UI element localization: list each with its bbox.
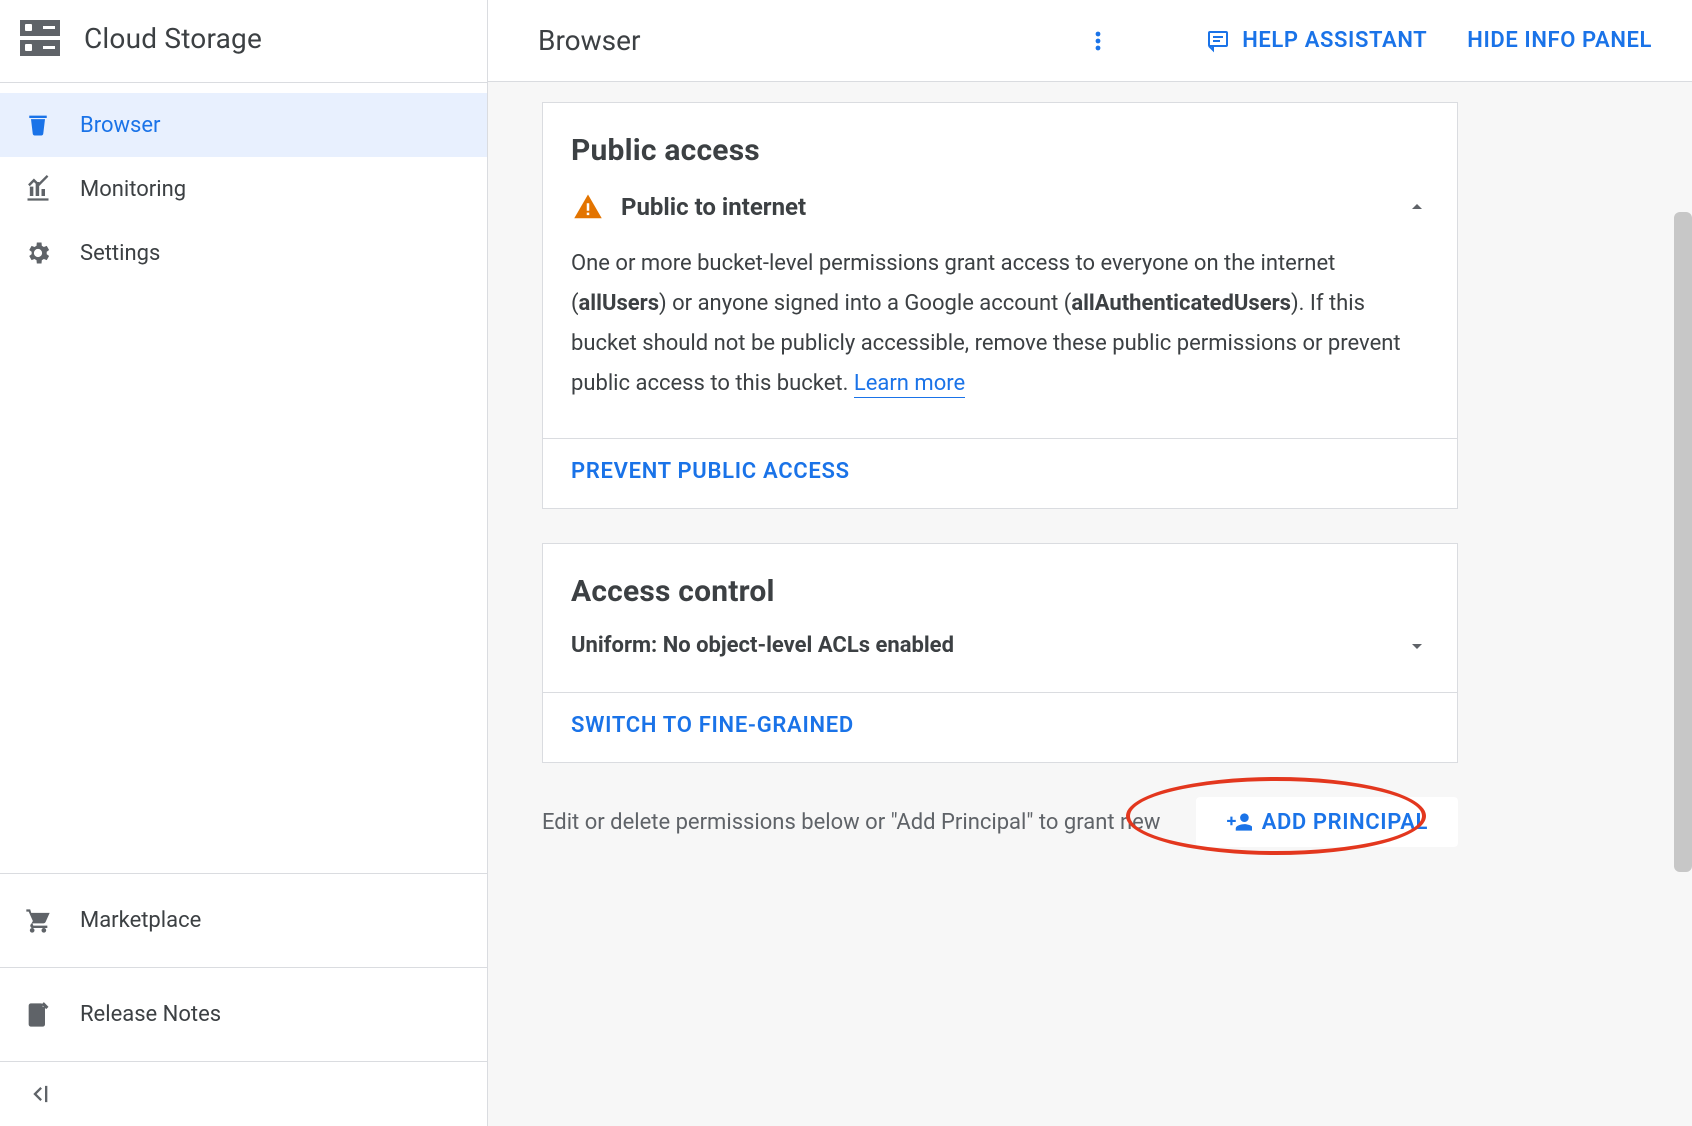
sidebar-nav: Browser Monitoring Settings <box>0 83 487 873</box>
switch-fine-grained-button[interactable]: SWITCH TO FINE-GRAINED <box>571 713 854 738</box>
public-access-card: Public access Public to internet One or … <box>542 102 1458 509</box>
sidebar-item-browser[interactable]: Browser <box>0 93 487 157</box>
hide-info-panel-button[interactable]: HIDE INFO PANEL <box>1467 28 1652 53</box>
marketplace-icon <box>24 907 52 935</box>
access-control-action-row: SWITCH TO FINE-GRAINED <box>543 692 1457 762</box>
access-control-title: Access control <box>571 574 1429 609</box>
main: Browser HELP ASSISTANT HIDE INFO PANEL <box>488 0 1692 1126</box>
public-access-status: Public to internet <box>621 193 806 221</box>
permissions-description: Edit or delete permissions below or "Add… <box>542 810 1196 835</box>
access-control-card: Access control Uniform: No object-level … <box>542 543 1458 763</box>
sidebar-item-release-notes[interactable]: Release Notes <box>0 968 487 1062</box>
scrollbar-thumb[interactable] <box>1674 212 1692 872</box>
sidebar: Cloud Storage Browser Monitoring Setting… <box>0 0 488 1126</box>
sidebar-item-marketplace[interactable]: Marketplace <box>0 874 487 968</box>
permissions-row: Edit or delete permissions below or "Add… <box>542 797 1458 847</box>
add-principal-icon <box>1226 809 1252 835</box>
bucket-icon <box>24 111 52 139</box>
cloud-storage-icon <box>20 20 60 56</box>
sidebar-item-label: Monitoring <box>80 177 186 202</box>
sidebar-item-label: Browser <box>80 113 161 138</box>
access-control-mode: Uniform: No object-level ACLs enabled <box>571 633 954 658</box>
sidebar-item-label: Release Notes <box>80 1002 221 1027</box>
sidebar-item-settings[interactable]: Settings <box>0 221 487 285</box>
prevent-public-access-button[interactable]: PREVENT PUBLIC ACCESS <box>571 459 850 484</box>
sidebar-item-label: Settings <box>80 241 160 266</box>
chevron-down-icon[interactable] <box>1405 634 1429 658</box>
sidebar-item-monitoring[interactable]: Monitoring <box>0 157 487 221</box>
collapse-icon <box>24 1080 52 1108</box>
collapse-sidebar-button[interactable] <box>0 1062 487 1126</box>
gear-icon <box>24 239 52 267</box>
product-title: Cloud Storage <box>84 22 262 55</box>
warning-icon <box>571 192 605 222</box>
topbar: Browser HELP ASSISTANT HIDE INFO PANEL <box>488 0 1692 82</box>
scrollbar[interactable] <box>1672 82 1692 1126</box>
topbar-actions: HELP ASSISTANT HIDE INFO PANEL <box>1086 25 1652 57</box>
help-assistant-label: HELP ASSISTANT <box>1242 28 1427 53</box>
chevron-up-icon[interactable] <box>1405 195 1429 219</box>
sidebar-header: Cloud Storage <box>0 0 487 83</box>
content: Public access Public to internet One or … <box>488 82 1692 1126</box>
access-control-row[interactable]: Uniform: No object-level ACLs enabled <box>571 633 1429 658</box>
more-vert-icon[interactable] <box>1086 25 1110 57</box>
public-access-action-row: PREVENT PUBLIC ACCESS <box>543 438 1457 508</box>
public-access-description: One or more bucket-level permissions gra… <box>571 244 1429 404</box>
public-access-title: Public access <box>571 133 1429 168</box>
chart-icon <box>24 175 52 203</box>
page-title: Browser <box>538 24 640 57</box>
sidebar-footer: Marketplace Release Notes <box>0 873 487 1126</box>
learn-more-link[interactable]: Learn more <box>854 371 965 398</box>
public-access-status-row[interactable]: Public to internet <box>571 192 1429 222</box>
chat-icon <box>1206 29 1230 53</box>
release-notes-icon <box>24 1001 52 1029</box>
sidebar-item-label: Marketplace <box>80 908 201 933</box>
hide-info-panel-label: HIDE INFO PANEL <box>1467 28 1652 53</box>
help-assistant-button[interactable]: HELP ASSISTANT <box>1206 28 1427 53</box>
add-principal-button[interactable]: ADD PRINCIPAL <box>1196 797 1458 847</box>
add-principal-label: ADD PRINCIPAL <box>1262 810 1428 835</box>
